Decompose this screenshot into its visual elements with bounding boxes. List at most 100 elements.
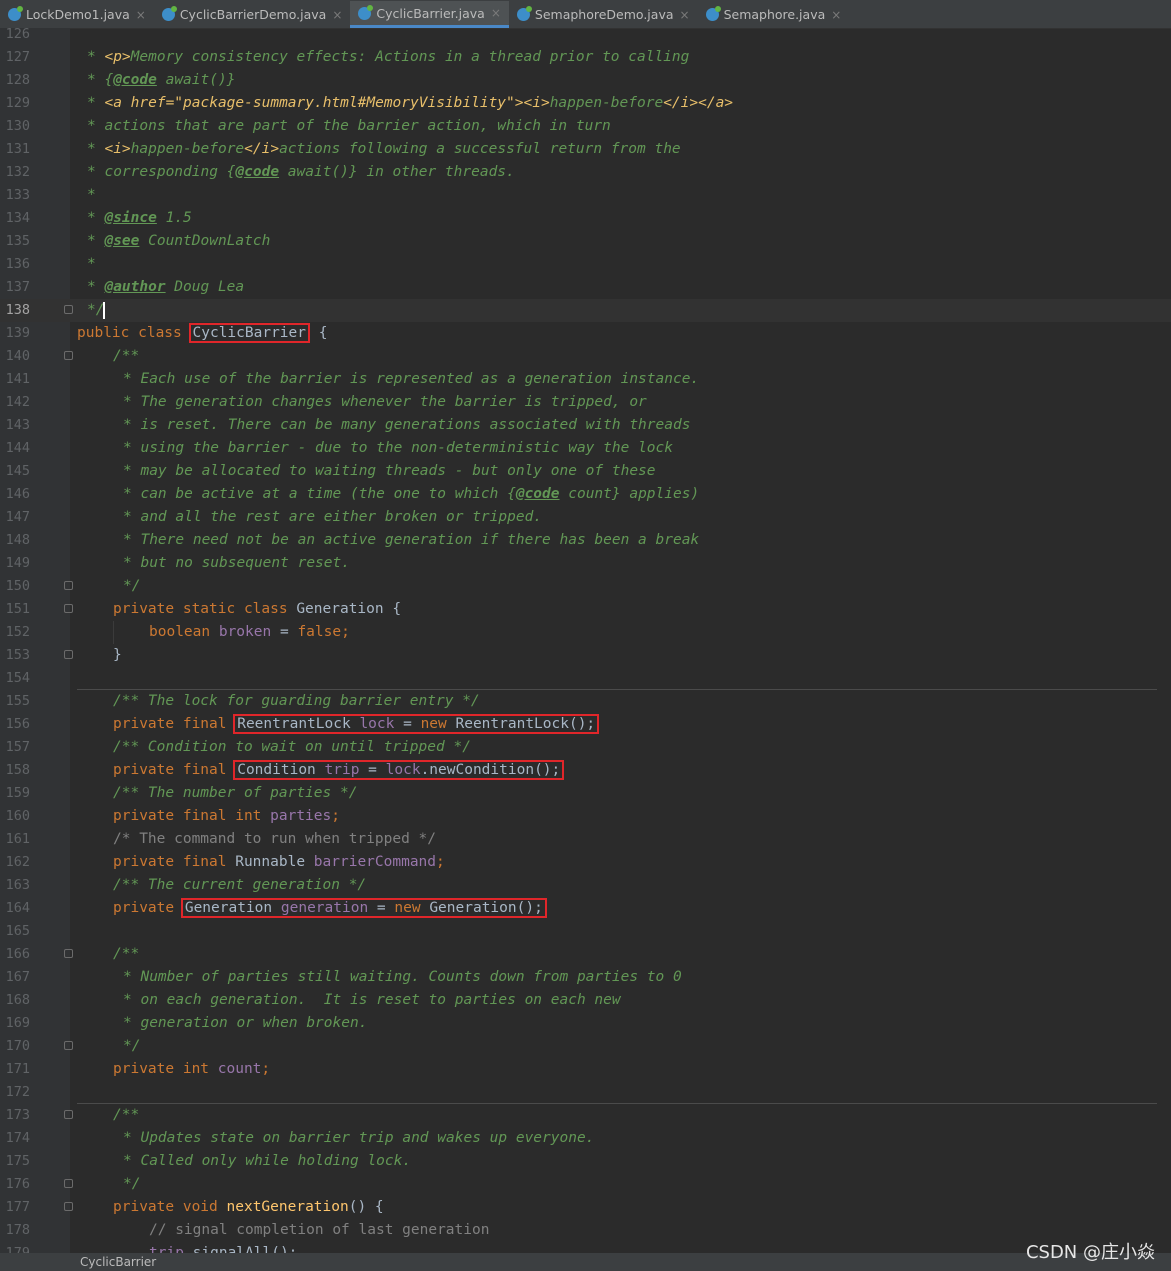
code-text: /* The command to run when tripped */: [113, 831, 437, 847]
code-line[interactable]: 152 boolean broken = false;: [0, 621, 1171, 644]
code-line[interactable]: 174 * Updates state on barrier trip and w…: [0, 1127, 1171, 1150]
code-line[interactable]: 143 * is reset. There can be many generat…: [0, 414, 1171, 437]
breadcrumb[interactable]: CyclicBarrier: [80, 1255, 156, 1269]
line-number: 172: [5, 1084, 30, 1100]
code-line[interactable]: 176 */: [0, 1173, 1171, 1196]
code-text: private final Condition trip = lock.newC…: [113, 759, 565, 782]
close-icon[interactable]: ×: [332, 8, 342, 22]
code-line[interactable]: 169 * generation or when broken.: [0, 1012, 1171, 1035]
code-text: * but no subsequent reset.: [123, 555, 350, 571]
code-line[interactable]: 178 // signal completion of last generati…: [0, 1219, 1171, 1242]
code-line[interactable]: 161 /* The command to run when tripped */: [0, 828, 1171, 851]
tab-label: LockDemo1.java: [26, 7, 130, 22]
code-line[interactable]: 168 * on each generation. It is reset to …: [0, 989, 1171, 1012]
fold-marker-icon[interactable]: [64, 581, 73, 590]
code-line[interactable]: 156 private final ReentrantLock lock = ne…: [0, 713, 1171, 736]
watermark: CSDN @庄小焱: [1025, 1242, 1155, 1263]
fold-marker-icon[interactable]: [64, 1202, 73, 1211]
code-line[interactable]: 160 private final int parties;: [0, 805, 1171, 828]
close-icon[interactable]: ×: [680, 8, 690, 22]
fold-marker-icon[interactable]: [64, 650, 73, 659]
fold-marker-icon[interactable]: [64, 1179, 73, 1188]
code-line[interactable]: 158 private final Condition trip = lock.n…: [0, 759, 1171, 782]
code-line[interactable]: 167 * Number of parties still waiting. Co…: [0, 966, 1171, 989]
code-line[interactable]: 166 /**: [0, 943, 1171, 966]
line-number: 169: [5, 1015, 30, 1031]
code-line[interactable]: 126: [0, 28, 1171, 46]
code-line[interactable]: 142 * The generation changes whenever the…: [0, 391, 1171, 414]
code-text: private Generation generation = new Gene…: [113, 897, 547, 920]
line-number: 139: [5, 325, 30, 341]
code-line[interactable]: 132 * corresponding {@code await()} in ot…: [0, 161, 1171, 184]
editor-tab[interactable]: SemaphoreDemo.java ×: [509, 1, 698, 28]
close-icon[interactable]: ×: [136, 8, 146, 22]
java-class-icon: [8, 6, 23, 21]
line-number: 129: [5, 95, 30, 111]
code-text: /** The lock for guarding barrier entry …: [113, 693, 480, 709]
code-line[interactable]: 163 /** The current generation */: [0, 874, 1171, 897]
code-line[interactable]: 148 * There need not be an active generat…: [0, 529, 1171, 552]
code-line[interactable]: 153}: [0, 644, 1171, 667]
code-line[interactable]: 151 private static class Generation {: [0, 598, 1171, 621]
code-line[interactable]: 164 private Generation generation = new G…: [0, 897, 1171, 920]
code-text: * using the barrier - due to the non-det…: [123, 440, 673, 456]
code-line[interactable]: 149 * but no subsequent reset.: [0, 552, 1171, 575]
code-line[interactable]: 146 * can be active at a time (the one to…: [0, 483, 1171, 506]
code-line[interactable]: 137 * @author Doug Lea: [0, 276, 1171, 299]
code-line[interactable]: 162 private final Runnable barrierCommand…: [0, 851, 1171, 874]
java-class-icon: [161, 6, 177, 21]
code-line[interactable]: 128 * {@code await()}: [0, 69, 1171, 92]
line-number: 151: [5, 601, 30, 617]
fold-marker-icon[interactable]: [64, 1110, 73, 1119]
code-text: private final Runnable barrierCommand;: [113, 854, 445, 870]
code-text: * <i>happen-before</i>actions following …: [87, 141, 681, 157]
code-line[interactable]: 144 * using the barrier - due to the non-…: [0, 437, 1171, 460]
code-line[interactable]: 147 * and all the rest are either broken …: [0, 506, 1171, 529]
code-text: * Updates state on barrier trip and wake…: [123, 1130, 595, 1146]
code-line[interactable]: 127 * <p>Memory consistency effects: Acti…: [0, 46, 1171, 69]
editor-tab[interactable]: CyclicBarrierDemo.java ×: [154, 1, 351, 28]
code-line[interactable]: 138 */: [0, 299, 1171, 322]
code-line[interactable]: 133 *: [0, 184, 1171, 207]
fold-marker-icon[interactable]: [64, 949, 73, 958]
code-line[interactable]: 130 * actions that are part of the barrie…: [0, 115, 1171, 138]
close-icon[interactable]: ×: [831, 8, 841, 22]
code-line[interactable]: 170 */: [0, 1035, 1171, 1058]
code-line[interactable]: 140 /**: [0, 345, 1171, 368]
highlight-box: Generation generation = new Generation()…: [180, 898, 547, 918]
code-line[interactable]: 136 *: [0, 253, 1171, 276]
line-number: 154: [5, 670, 30, 686]
code-text: /** The current generation */: [113, 877, 367, 893]
code-line[interactable]: 139 public class CyclicBarrier {: [0, 322, 1171, 345]
code-line[interactable]: 150 */: [0, 575, 1171, 598]
code-line[interactable]: 145 * may be allocated to waiting threads…: [0, 460, 1171, 483]
code-line[interactable]: 172: [0, 1081, 1171, 1104]
code-line[interactable]: 157 /** Condition to wait on until trippe…: [0, 736, 1171, 759]
code-line[interactable]: 154: [0, 667, 1171, 690]
code-line[interactable]: 159 /** The number of parties */: [0, 782, 1171, 805]
code-text: * The generation changes whenever the ba…: [123, 394, 647, 410]
code-line[interactable]: 134 * @since 1.5: [0, 207, 1171, 230]
code-line[interactable]: 129 * <a href="package-summary.html#Memor…: [0, 92, 1171, 115]
fold-marker-icon[interactable]: [64, 305, 73, 314]
code-line[interactable]: 177 private void nextGeneration() {: [0, 1196, 1171, 1219]
code-line[interactable]: 165: [0, 920, 1171, 943]
code-line[interactable]: 175 * Called only while holding lock.: [0, 1150, 1171, 1173]
code-text: private int count;: [113, 1061, 271, 1077]
fold-marker-icon[interactable]: [64, 604, 73, 613]
code-editor[interactable]: 126 127 * <p>Memory consistency effects: A…: [0, 28, 1171, 1253]
editor-tab[interactable]: Semaphore.java ×: [698, 1, 850, 28]
code-line[interactable]: 179 trip.signalAll();: [0, 1242, 1171, 1253]
code-line[interactable]: 171 private int count;: [0, 1058, 1171, 1081]
fold-marker-icon[interactable]: [64, 1041, 73, 1050]
code-line[interactable]: 141 * Each use of the barrier is represen…: [0, 368, 1171, 391]
editor-tab[interactable]: LockDemo1.java ×: [0, 1, 154, 28]
code-line[interactable]: 173 /**: [0, 1104, 1171, 1127]
fold-marker-icon[interactable]: [64, 351, 73, 360]
code-line[interactable]: 155 /** The lock for guarding barrier ent…: [0, 690, 1171, 713]
close-icon[interactable]: ×: [491, 6, 501, 20]
code-line[interactable]: 131 * <i>happen-before</i>actions followi…: [0, 138, 1171, 161]
code-line[interactable]: 135 * @see CountDownLatch: [0, 230, 1171, 253]
line-number: 132: [5, 164, 30, 180]
editor-tab[interactable]: CyclicBarrier.java ×: [350, 1, 509, 28]
